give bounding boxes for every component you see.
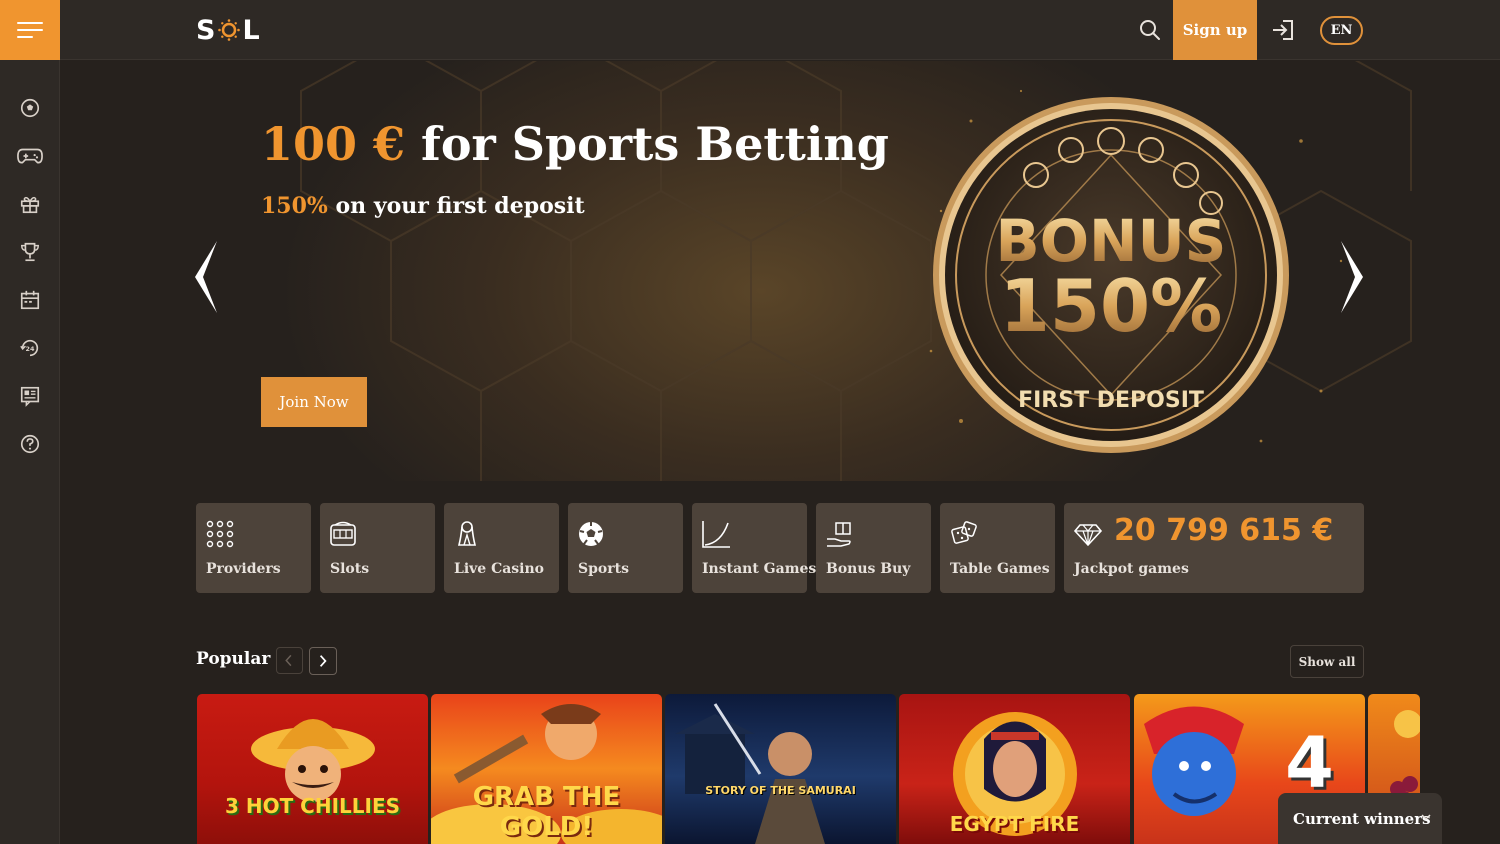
show-all-button[interactable]: Show all (1290, 645, 1364, 678)
category-label: Providers (206, 561, 281, 577)
svg-text:24: 24 (26, 345, 35, 353)
diamond-icon (1073, 524, 1103, 547)
hero-subtitle: 150% on your first deposit (261, 193, 585, 219)
sun-logo-icon (218, 19, 241, 41)
dealer-icon (457, 521, 477, 546)
grid-dots-icon (206, 520, 234, 548)
game-title: 3 HOT CHILLIES (224, 794, 401, 818)
hero-subtitle-percent: 150% (261, 193, 328, 219)
sidebar-item-support[interactable]: 24 (15, 333, 45, 363)
support-24-icon: 24 (20, 339, 39, 357)
login-button[interactable] (1269, 16, 1297, 44)
login-icon (1273, 20, 1293, 40)
logo-letter: S (196, 14, 217, 46)
game-thumbnail (675, 703, 825, 844)
curve-chart-icon (702, 521, 730, 548)
category-label: Table Games (950, 561, 1050, 577)
coin-first-deposit-text: FIRST DEPOSIT (1018, 388, 1204, 413)
help-icon (20, 434, 40, 454)
sidebar-item-news[interactable] (15, 381, 45, 411)
game-card-story-of-the-samurai[interactable]: STORY OF THE SAMURAI (665, 694, 896, 844)
search-icon (1140, 20, 1160, 40)
sidebar-item-promotions[interactable] (15, 189, 45, 219)
game-title: GRAB THE GOLD! (472, 782, 621, 842)
category-jackpot-games[interactable]: 20 799 615 € Jackpot games (1064, 503, 1364, 593)
sidebar-item-tournaments[interactable] (15, 237, 45, 267)
sidebar-item-sports[interactable] (15, 93, 45, 123)
chevron-down-icon (1421, 814, 1431, 821)
game-title: STORY OF THE SAMURAI (705, 784, 856, 797)
category-label: Slots (330, 561, 370, 577)
top-header: S L Sign up EN (0, 0, 1500, 60)
join-now-button[interactable]: Join Now (261, 377, 367, 427)
menu-toggle-button[interactable] (0, 0, 60, 60)
site-logo[interactable]: S L (196, 14, 261, 46)
game-title: 4 (1285, 722, 1334, 804)
soccer-ball-icon (20, 98, 40, 118)
gift-icon (20, 196, 40, 214)
gamepad-icon (17, 148, 43, 164)
hero-title-text: for Sports Betting (405, 117, 889, 171)
bonus-coin-image: BONUS 150% FIRST DEPOSIT (933, 97, 1289, 453)
menu-line-icon (17, 29, 43, 31)
carousel-next-button[interactable] (1337, 237, 1367, 317)
category-live-casino[interactable]: Live Casino (444, 503, 559, 593)
menu-line-icon (17, 22, 43, 24)
sign-up-button[interactable]: Sign up (1173, 0, 1257, 60)
category-instant-games[interactable]: Instant Games (692, 503, 816, 593)
category-label: Jackpot games (1074, 561, 1189, 577)
category-label: Sports (578, 561, 629, 577)
soccer-ball-icon (579, 522, 603, 546)
language-selector[interactable]: EN (1320, 16, 1363, 45)
current-winners-toggle[interactable]: Current winners (1278, 793, 1442, 844)
search-button[interactable] (1136, 16, 1164, 44)
category-bonus-buy[interactable]: Bonus Buy (816, 503, 931, 593)
menu-line-icon (17, 36, 33, 38)
coin-percent-text: 150% (1000, 264, 1222, 348)
category-label: Bonus Buy (826, 561, 911, 577)
hero-subtitle-text: on your first deposit (327, 193, 585, 219)
category-providers[interactable]: Providers (196, 503, 311, 593)
category-sports[interactable]: Sports (568, 503, 683, 593)
popular-prev-button[interactable] (276, 647, 303, 674)
chevron-right-icon (1341, 241, 1363, 313)
hero-title: 100 € for Sports Betting (261, 117, 889, 171)
category-table-games[interactable]: Table Games (940, 503, 1055, 593)
chevron-right-icon (319, 655, 327, 667)
sidebar-item-games[interactable] (15, 141, 45, 171)
category-label: Live Casino (454, 561, 545, 577)
game-title: EGYPT FIRE (949, 812, 1080, 836)
popular-section-title: Popular (196, 649, 271, 669)
game-card-grab-the-gold[interactable]: GRAB THE GOLD! (431, 694, 662, 844)
chevron-left-icon (285, 654, 292, 667)
carousel-prev-button[interactable] (191, 237, 221, 317)
sidebar-item-calendar[interactable] (15, 285, 45, 315)
category-label: Instant Games (702, 561, 817, 577)
game-card-3-hot-chillies[interactable]: 3 HOT CHILLIES (197, 694, 428, 844)
sidebar-item-help[interactable] (15, 429, 45, 459)
hero-title-amount: 100 € (261, 117, 406, 171)
category-slots[interactable]: Slots (320, 503, 435, 593)
news-icon (20, 386, 40, 407)
game-thumbnail (251, 719, 375, 802)
game-card-egypt-fire[interactable]: EGYPT FIRE (899, 694, 1130, 844)
jackpot-amount: 20 799 615 € (1114, 513, 1334, 548)
hero-banner: 100 € for Sports Betting 150% on your fi… (61, 61, 1500, 481)
left-sidebar: 24 (0, 60, 60, 844)
calendar-icon (20, 290, 40, 310)
current-winners-label: Current winners (1293, 809, 1431, 828)
logo-letter: L (242, 14, 261, 46)
chevron-left-icon (195, 241, 217, 313)
gift-hand-icon (827, 522, 851, 547)
dice-icon (951, 521, 977, 544)
trophy-icon (21, 242, 39, 262)
popular-next-button[interactable] (309, 647, 337, 675)
slot-machine-icon (330, 521, 356, 546)
